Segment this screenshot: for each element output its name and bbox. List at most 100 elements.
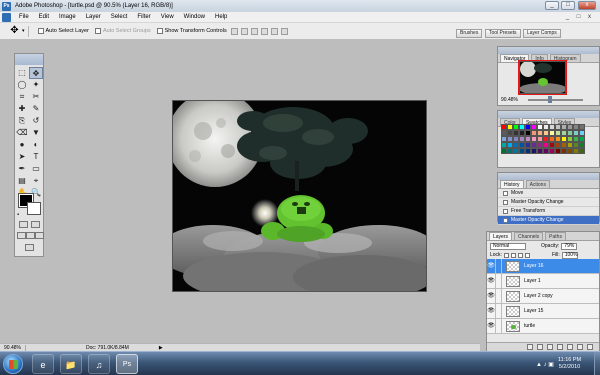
- well-tab-brushes[interactable]: Brushes: [456, 29, 483, 38]
- link-layers-icon[interactable]: [527, 344, 533, 350]
- app-menu-icon[interactable]: [2, 12, 11, 22]
- layer-style-icon[interactable]: [537, 344, 543, 350]
- delete-layer-icon[interactable]: [587, 344, 593, 350]
- well-tab-layer-comps[interactable]: Layer Comps: [523, 29, 561, 38]
- layer-link-slot[interactable]: [496, 258, 502, 274]
- clone-stamp-tool-icon[interactable]: ⎘: [15, 115, 29, 127]
- menu-image[interactable]: Image: [54, 14, 81, 20]
- lock-transparency-icon[interactable]: [503, 252, 509, 258]
- type-tool-icon[interactable]: T: [29, 151, 43, 163]
- toolbox-header[interactable]: [15, 54, 43, 65]
- lock-pixels-icon[interactable]: [510, 252, 516, 258]
- pen-tool-icon[interactable]: ✒: [15, 163, 29, 175]
- marquee-tool-icon[interactable]: ⬚: [15, 67, 29, 79]
- eye-icon[interactable]: 👁: [487, 288, 496, 304]
- panel-drag-bar[interactable]: [498, 173, 599, 180]
- blend-mode-select[interactable]: Normal: [490, 242, 526, 250]
- menu-edit[interactable]: Edit: [34, 14, 54, 20]
- path-selection-tool-icon[interactable]: ➤: [15, 151, 29, 163]
- navigator-zoom-slider[interactable]: [528, 99, 583, 101]
- align-left-icon[interactable]: [260, 27, 268, 35]
- slice-tool-icon[interactable]: ✂: [29, 91, 43, 103]
- zoom-level[interactable]: 90.48%: [0, 344, 26, 351]
- menu-view[interactable]: View: [156, 14, 179, 20]
- align-middle-icon[interactable]: [240, 27, 248, 35]
- layer-row[interactable]: 👁 Layer 1: [487, 273, 599, 289]
- eraser-tool-icon[interactable]: ⌫: [15, 127, 29, 139]
- navigator-view-box[interactable]: [518, 60, 567, 95]
- blur-tool-icon[interactable]: ●: [15, 139, 29, 151]
- tab-layers[interactable]: Layers: [489, 232, 513, 240]
- menu-layer[interactable]: Layer: [81, 14, 106, 20]
- document-close-button[interactable]: x: [585, 13, 594, 21]
- color-swatch[interactable]: [579, 148, 585, 154]
- menu-filter[interactable]: Filter: [132, 14, 155, 20]
- navigator-zoom-slider-knob[interactable]: [548, 96, 552, 103]
- healing-brush-tool-icon[interactable]: ✚: [15, 103, 29, 115]
- menu-window[interactable]: Window: [179, 14, 210, 20]
- layer-link-slot[interactable]: [496, 288, 502, 304]
- panel-drag-bar[interactable]: [498, 111, 599, 118]
- standard-mode-icon[interactable]: [19, 221, 28, 228]
- new-layer-icon[interactable]: [577, 344, 583, 350]
- layer-mask-icon[interactable]: [547, 344, 553, 350]
- history-brush-tool-icon[interactable]: ↺: [29, 115, 43, 127]
- show-desktop-button[interactable]: [594, 352, 600, 375]
- new-group-icon[interactable]: [567, 344, 573, 350]
- tab-history[interactable]: History: [500, 180, 524, 188]
- layer-link-slot[interactable]: [496, 303, 502, 319]
- document-restore-button[interactable]: □: [574, 13, 583, 21]
- lock-all-icon[interactable]: [524, 252, 530, 258]
- move-tool-preset-icon[interactable]: ✥: [8, 25, 21, 37]
- navigator-zoom-value[interactable]: 90.48%: [501, 97, 518, 103]
- tray-icons[interactable]: ▲ ♪ ▣: [536, 361, 554, 368]
- maximize-button[interactable]: □: [561, 1, 575, 10]
- start-button[interactable]: [3, 354, 23, 374]
- tab-paths[interactable]: Paths: [545, 232, 566, 240]
- layer-row[interactable]: 👁 Layer 16: [487, 258, 599, 274]
- shape-tool-icon[interactable]: ▭: [29, 163, 43, 175]
- crop-tool-icon[interactable]: ⌗: [15, 91, 29, 103]
- close-button[interactable]: x: [578, 1, 596, 10]
- dodge-tool-icon[interactable]: ◐: [29, 139, 43, 151]
- align-right-icon[interactable]: [280, 27, 288, 35]
- tab-channels[interactable]: Channels: [514, 232, 544, 240]
- notes-tool-icon[interactable]: ▤: [15, 175, 29, 187]
- layer-link-slot[interactable]: [496, 318, 502, 334]
- brush-tool-icon[interactable]: ✎: [29, 103, 43, 115]
- eye-icon[interactable]: 👁: [487, 303, 496, 319]
- clock[interactable]: 11:16 PM 5/2/2010: [558, 357, 581, 371]
- history-item[interactable]: Master Opacity Change: [498, 198, 599, 207]
- panel-drag-bar[interactable]: [498, 47, 599, 54]
- fill-input[interactable]: 100%: [561, 251, 578, 259]
- taskbar-internet-explorer-icon[interactable]: e: [32, 354, 54, 374]
- auto-select-layer-checkbox[interactable]: [37, 28, 44, 34]
- default-colors-icon[interactable]: ▪: [17, 212, 19, 218]
- align-bottom-icon[interactable]: [250, 27, 258, 35]
- tab-actions[interactable]: Actions: [525, 180, 550, 188]
- opacity-input[interactable]: 79%: [561, 242, 578, 250]
- show-transform-controls-checkbox[interactable]: [156, 28, 163, 34]
- lasso-tool-icon[interactable]: ◯: [15, 79, 29, 91]
- screen-mode-standard-icon[interactable]: [17, 232, 26, 239]
- status-menu-arrow-icon[interactable]: ▶: [159, 345, 163, 351]
- align-center-icon[interactable]: [270, 27, 278, 35]
- screen-mode-menubar-icon[interactable]: [26, 232, 35, 239]
- menu-file[interactable]: File: [14, 14, 34, 20]
- move-tool-icon[interactable]: ✥: [29, 67, 43, 79]
- taskbar-photoshop-icon[interactable]: Ps: [116, 354, 138, 374]
- paint-bucket-tool-icon[interactable]: ▼: [29, 127, 43, 139]
- jump-to-imageready-icon[interactable]: [25, 244, 34, 251]
- lock-position-icon[interactable]: [517, 252, 523, 258]
- screen-mode-full-icon[interactable]: [35, 232, 44, 239]
- eyedropper-tool-icon[interactable]: ⌖: [29, 175, 43, 187]
- eye-icon[interactable]: 👁: [487, 273, 496, 289]
- magic-wand-tool-icon[interactable]: ✦: [29, 79, 43, 91]
- adjustment-layer-icon[interactable]: [557, 344, 563, 350]
- well-tab-tool-presets[interactable]: Tool Presets: [485, 29, 521, 38]
- history-item[interactable]: Move: [498, 189, 599, 198]
- taskbar-itunes-icon[interactable]: ♫: [88, 354, 110, 374]
- menu-select[interactable]: Select: [106, 14, 133, 20]
- taskbar-explorer-icon[interactable]: 📁: [60, 354, 82, 374]
- menu-help[interactable]: Help: [210, 14, 232, 20]
